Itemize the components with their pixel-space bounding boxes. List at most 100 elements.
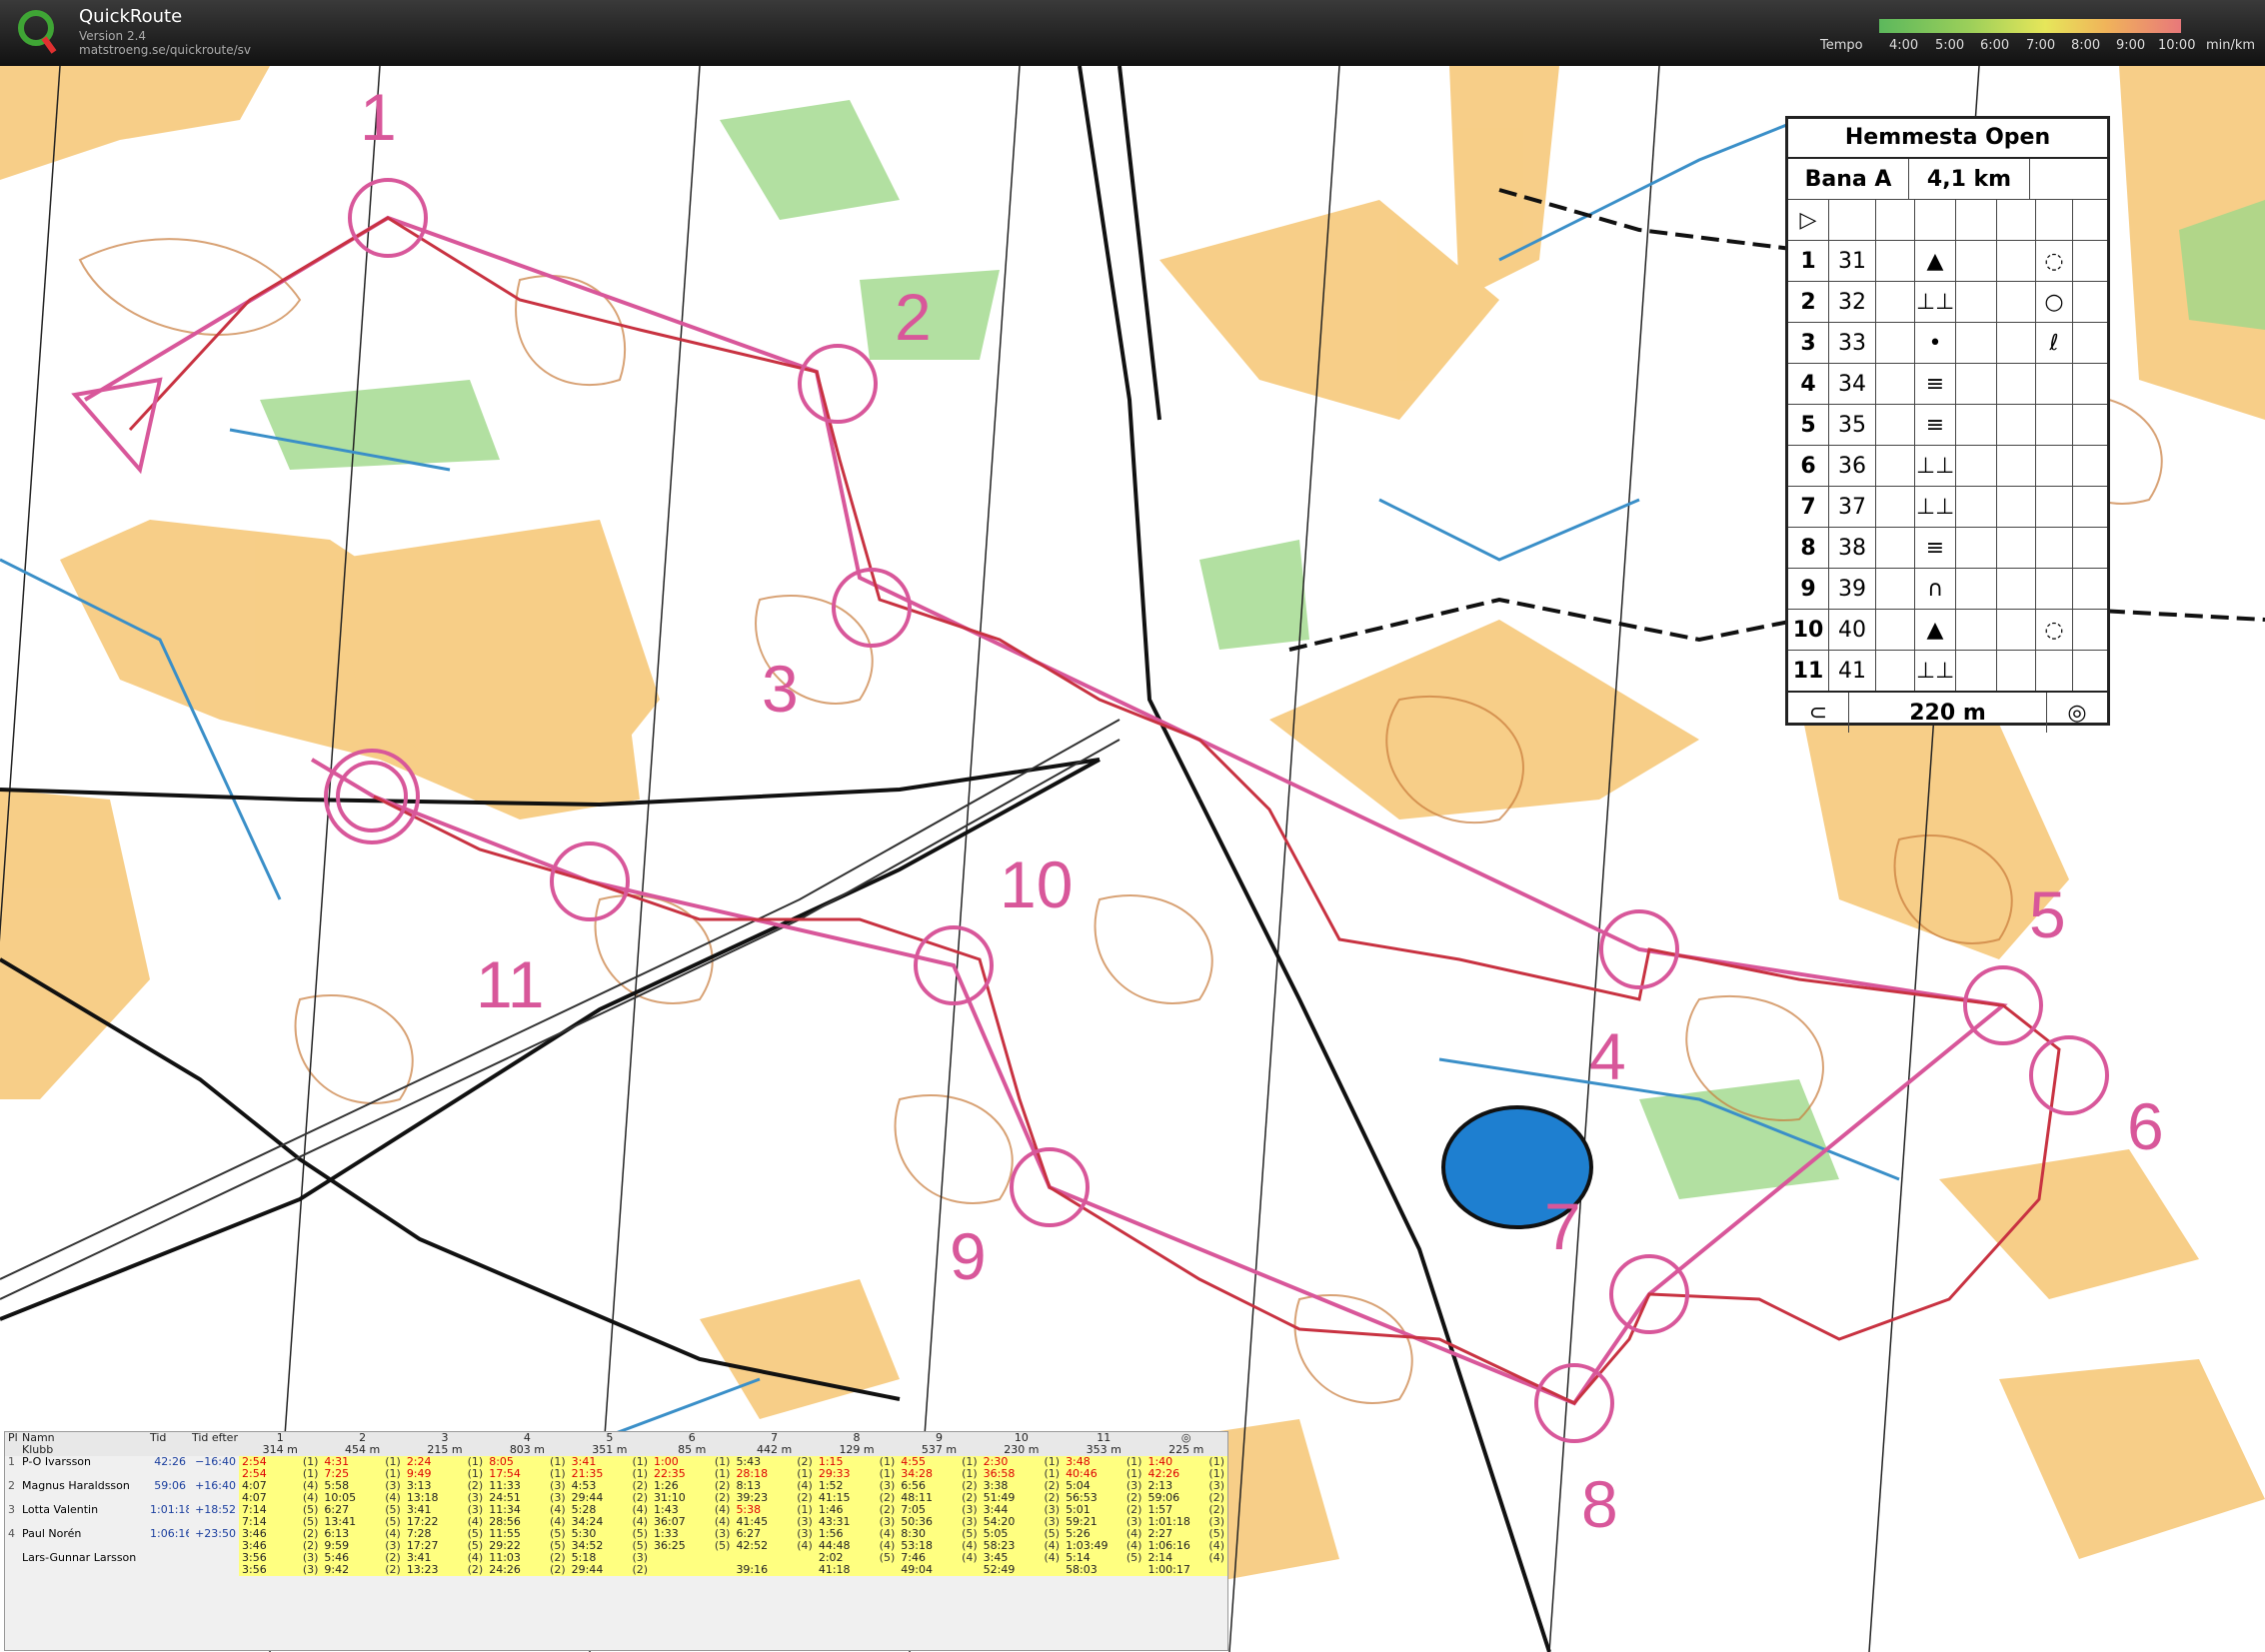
split-rank: (4) <box>962 1552 978 1564</box>
runner-total-row[interactable]: 7:14 (5) 13:41 (5) 17:22 (4) 28:56 (4) 34:24 (4) 3… <box>5 1516 1227 1528</box>
split-time: 5:38 <box>736 1504 762 1516</box>
leg-distance: 351 m <box>568 1444 652 1456</box>
open-area <box>1999 1359 2265 1559</box>
leg-header[interactable]: 9 <box>898 1432 981 1444</box>
split-time: 7:05 <box>901 1504 926 1516</box>
leg-header[interactable]: 2 <box>321 1432 404 1444</box>
desc-cell <box>1956 569 1997 609</box>
leg-header[interactable]: 10 <box>980 1432 1064 1444</box>
desc-cell <box>1956 528 1997 568</box>
runner-total-row[interactable]: 4:07 (4) 10:05 (4) 13:18 (3) 24:51 (3) 29:44 (2) 3… <box>5 1492 1227 1504</box>
split-time: 6:27 <box>736 1528 762 1540</box>
split-time: 2:24 <box>406 1456 432 1468</box>
cumulative-split: 29:33 (1) <box>815 1468 899 1480</box>
runner-total-row[interactable]: 2:54 (1) 7:25 (1) 9:49 (1) 17:54 (1) 21:35 (1) 22:… <box>5 1468 1227 1480</box>
cumulative-split: 1:03:49 (4) <box>1063 1540 1145 1552</box>
split-rank: (4) <box>632 1516 649 1528</box>
split-time: 56:53 <box>1066 1492 1098 1504</box>
runner-total-row[interactable]: 3:56 (3) 9:42 (2) 13:23 (2) 24:26 (2) 29:44 (2) 39… <box>5 1564 1227 1576</box>
cumulative-split: 54:20 (3) <box>980 1516 1064 1528</box>
desc-cell <box>2036 446 2073 486</box>
splits-table[interactable]: Pl Namn Tid Tid efter 1 2 3 4 5 6 7 8 9 … <box>4 1431 1228 1651</box>
split-rank: (1) <box>879 1468 896 1480</box>
runner-club <box>19 1516 147 1528</box>
leg-header[interactable]: 8 <box>815 1432 899 1444</box>
control-number: 5 <box>2029 877 2066 951</box>
cumulative-split: 24:51 (3) <box>486 1492 569 1504</box>
leg-header[interactable]: ◎ <box>1144 1432 1227 1444</box>
split-time: 13:23 <box>406 1564 439 1576</box>
col-name[interactable]: Namn <box>19 1432 147 1444</box>
leg-header[interactable]: 4 <box>486 1432 569 1444</box>
cumulative-split: 53:18 (4) <box>898 1540 981 1552</box>
split-time: 3:41 <box>571 1456 597 1468</box>
control-number: 10 <box>1788 610 1829 650</box>
desc-cell <box>2073 446 2107 486</box>
runner-time <box>147 1552 189 1564</box>
runner-total-row[interactable]: 3:46 (2) 9:59 (3) 17:27 (5) 29:22 (5) 34:52 (5) 36… <box>5 1540 1227 1552</box>
runner-row[interactable]: 1 P-O Ivarsson 42:26 −16:40 2:54 (1) 4:31 (1) 2:… <box>5 1456 1227 1468</box>
runner-row[interactable]: Lars-Gunnar Larsson 3:56 (3) 5:46 (2) 3:41 (4)… <box>5 1552 1227 1564</box>
split-time: 4:31 <box>324 1456 350 1468</box>
leg-split: 1:15 (1) <box>815 1456 899 1468</box>
control-number: 9 <box>1788 569 1829 609</box>
leg-split: 7:05 (3) <box>898 1504 981 1516</box>
circle-icon: ○ <box>2036 282 2073 322</box>
runner-row[interactable]: 2 Magnus Haraldsson 59:06 +16:40 4:07 (4) 5:58… <box>5 1480 1227 1492</box>
leg-header[interactable]: 7 <box>733 1432 816 1444</box>
split-time: 9:59 <box>324 1540 350 1552</box>
circle-l-icon: ℓ <box>2036 323 2073 363</box>
split-rank: (5) <box>1044 1528 1061 1540</box>
split-time: 59:21 <box>1066 1516 1098 1528</box>
cumulative-split: 28:56 (4) <box>486 1516 569 1528</box>
split-time: 2:02 <box>818 1552 844 1564</box>
split-rank: (3) <box>1044 1516 1061 1528</box>
leg-header[interactable]: 6 <box>651 1432 734 1444</box>
runner-behind <box>189 1516 239 1528</box>
leg-header[interactable]: 5 <box>568 1432 652 1444</box>
split-time: 4:53 <box>571 1480 597 1492</box>
app-url[interactable]: matstroeng.se/quickroute/sv <box>79 43 251 57</box>
desc-cell <box>1876 446 1915 486</box>
leg-header[interactable]: 1 <box>239 1432 322 1444</box>
col-tid[interactable]: Tid <box>147 1432 189 1444</box>
runner-behind <box>189 1564 239 1576</box>
control-number: 7 <box>1788 487 1829 527</box>
app-name: QuickRoute <box>79 6 183 27</box>
split-time: 10:05 <box>324 1492 357 1504</box>
cumulative-split: 1:01:18 (3) <box>1144 1516 1227 1528</box>
split-time: 2:14 <box>1147 1552 1173 1564</box>
desc-cell <box>1876 528 1915 568</box>
split-rank: (3) <box>1126 1516 1142 1528</box>
desc-cell <box>1997 364 2036 404</box>
split-rank: (3) <box>550 1492 566 1504</box>
split-time: 43:31 <box>818 1516 851 1528</box>
cumulative-split: 31:10 (2) <box>651 1492 734 1504</box>
leg-header[interactable]: 11 <box>1063 1432 1145 1444</box>
finish-distance: 220 m <box>1849 693 2047 733</box>
split-rank: (3) <box>302 1552 319 1564</box>
runner-club <box>19 1564 147 1576</box>
cumulative-split: 17:54 (1) <box>486 1468 569 1480</box>
runner-row[interactable]: 3 Lotta Valentin 1:01:18 +18:52 7:14 (5) 6:27 (… <box>5 1504 1227 1516</box>
desc-cell <box>2073 569 2107 609</box>
runner-time <box>147 1468 189 1480</box>
col-efter[interactable]: Tid efter <box>189 1432 239 1444</box>
runner-row[interactable]: 4 Paul Norén 1:06:16 +23:50 3:46 (2) 6:13 (4) 7:… <box>5 1528 1227 1540</box>
leg-header[interactable]: 3 <box>403 1432 487 1444</box>
runner-place <box>5 1552 19 1564</box>
runner-club <box>19 1492 147 1504</box>
split-rank: (2) <box>1126 1492 1142 1504</box>
col-pl[interactable]: Pl <box>5 1432 19 1444</box>
split-time: 6:13 <box>324 1528 350 1540</box>
leg-split: 6:13 (4) <box>321 1528 404 1540</box>
cumulative-split: 29:44 (2) <box>568 1564 652 1576</box>
tempo-unit: min/km <box>2206 38 2256 53</box>
cumulative-split <box>651 1564 734 1576</box>
cumulative-split: 42:52 (4) <box>733 1540 816 1552</box>
split-rank: (3) <box>467 1504 484 1516</box>
tempo-tick: 5:00 <box>1935 38 1965 53</box>
runner-time: 42:26 <box>154 1456 186 1468</box>
split-time: 29:22 <box>489 1540 521 1552</box>
leg-split: 3:46 (2) <box>239 1528 322 1540</box>
